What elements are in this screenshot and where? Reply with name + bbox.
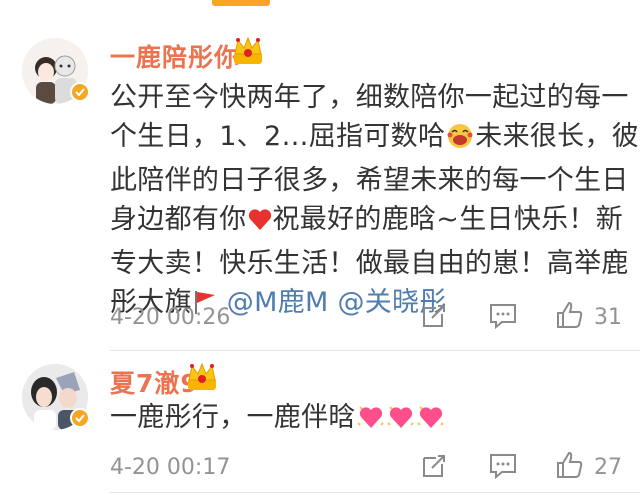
comment-divider: [110, 350, 640, 351]
sparkling-heart-emoji-icon: [356, 403, 386, 442]
comment-text: 公开至今快两年了，细数陪你一起过的每一 个生日，1、2…屈指可数哈 未来很长，彼 …: [110, 78, 639, 327]
comment-text-segment: 公开至今快两年了，细数陪你一起过的每一: [110, 82, 629, 113]
comment-text-segment: 此陪伴的日子很多，希望未来的每一个生日: [110, 165, 629, 196]
comment-button[interactable]: [488, 302, 518, 334]
comment-text-segment: 身边都有你: [110, 204, 247, 235]
laughing-face-emoji-icon: [445, 122, 475, 161]
like-count: 27: [594, 455, 622, 480]
comment-text-segment: 未来很长，彼: [475, 121, 640, 152]
sparkling-heart-emoji-icon: [386, 403, 416, 442]
comment-text-line: 一鹿彤行，一鹿伴晗: [110, 398, 446, 442]
thumbs-up-icon: [557, 451, 583, 478]
comment-button[interactable]: [488, 452, 518, 484]
sparkling-heart-emoji-icon: [416, 403, 446, 442]
comment-text-segment: 一鹿彤行，一鹿伴晗: [110, 402, 356, 433]
thumbs-up-icon: [557, 301, 583, 328]
repost-icon: [423, 455, 445, 477]
comment-divider: [110, 492, 640, 493]
comment-timestamp: 4-20 00:17: [110, 455, 231, 480]
repost-button[interactable]: [420, 302, 448, 334]
comment-text-segment: 祝最好的鹿晗~生日快乐！新: [272, 204, 624, 235]
comment-text-line: 公开至今快两年了，细数陪你一起过的每一: [110, 78, 639, 117]
comment-text-segment: 个生日，1、2…屈指可数哈: [110, 121, 446, 152]
comment-username[interactable]: 一鹿陪彤你: [110, 38, 240, 74]
verified-badge-icon: [70, 82, 90, 102]
comment-text-line: 身边都有你 祝最好的鹿晗~生日快乐！新: [110, 200, 639, 244]
mention-link[interactable]: @M鹿M: [227, 287, 329, 318]
comment-text-segment: 专大卖！快乐生活！做最自由的崽！高举鹿: [110, 248, 629, 279]
verified-badge-icon: [70, 408, 90, 428]
comment-timestamp: 4-20 00:26: [110, 305, 231, 330]
red-heart-emoji-icon: [247, 205, 273, 244]
top-accent-bar: [212, 0, 270, 6]
vip-crown-icon: [232, 36, 264, 66]
like-button[interactable]: [555, 300, 585, 334]
comment-icon: [490, 304, 516, 330]
comment-text: 一鹿彤行，一鹿伴晗: [110, 398, 446, 442]
comment-text-line: 专大卖！快乐生活！做最自由的崽！高举鹿: [110, 244, 639, 283]
repost-button[interactable]: [420, 452, 448, 484]
comment-icon: [490, 454, 516, 480]
comment-text-line: 此陪伴的日子很多，希望未来的每一个生日: [110, 161, 639, 200]
comment-text-line: 个生日，1、2…屈指可数哈 未来很长，彼: [110, 117, 639, 161]
vip-crown-icon: [186, 362, 218, 392]
repost-icon: [423, 305, 445, 327]
like-button[interactable]: [555, 450, 585, 484]
like-count: 31: [594, 305, 622, 330]
